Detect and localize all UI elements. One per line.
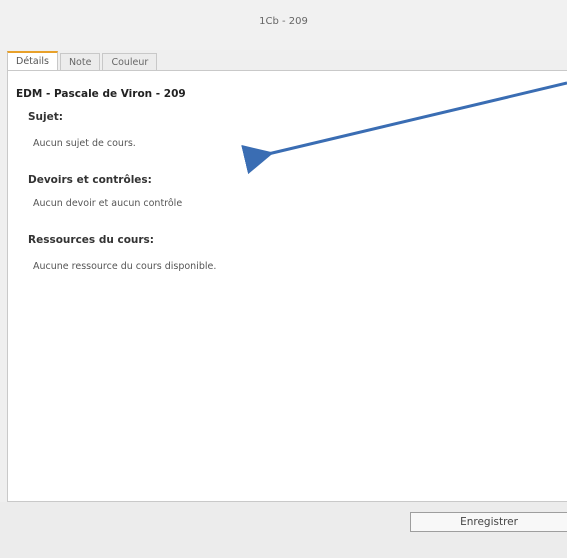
subject-heading: Sujet: xyxy=(28,111,63,123)
resources-heading: Ressources du cours: xyxy=(28,234,155,246)
details-panel: EDM - Pascale de Viron - 209 Sujet: Aucu… xyxy=(7,70,567,502)
tab-label: Note xyxy=(68,56,92,68)
tab-bar: Détails Note Couleur xyxy=(7,51,159,70)
course-details-window: 1Cb - 209 Détails Note Couleur EDM - Pas… xyxy=(0,0,567,558)
footer-bar: Enregistrer xyxy=(0,502,567,558)
homework-heading: Devoirs et contrôles: xyxy=(28,174,152,186)
tab-label: Détails xyxy=(16,56,49,67)
window-title: 1Cb - 209 xyxy=(259,15,308,27)
resources-value: Aucune ressource du cours disponible. xyxy=(33,261,217,272)
subject-value: Aucun sujet de cours. xyxy=(33,138,136,149)
tab-note[interactable]: Note xyxy=(59,53,101,70)
tab-couleur[interactable]: Couleur xyxy=(102,53,158,70)
tab-label: Couleur xyxy=(111,56,149,68)
course-title: EDM - Pascale de Viron - 209 xyxy=(16,88,186,100)
title-bar: 1Cb - 209 xyxy=(0,0,567,50)
save-button-label: Enregistrer xyxy=(460,516,518,528)
tab-details[interactable]: Détails xyxy=(7,51,58,70)
save-button[interactable]: Enregistrer xyxy=(410,512,567,532)
homework-value: Aucun devoir et aucun contrôle xyxy=(33,198,183,209)
